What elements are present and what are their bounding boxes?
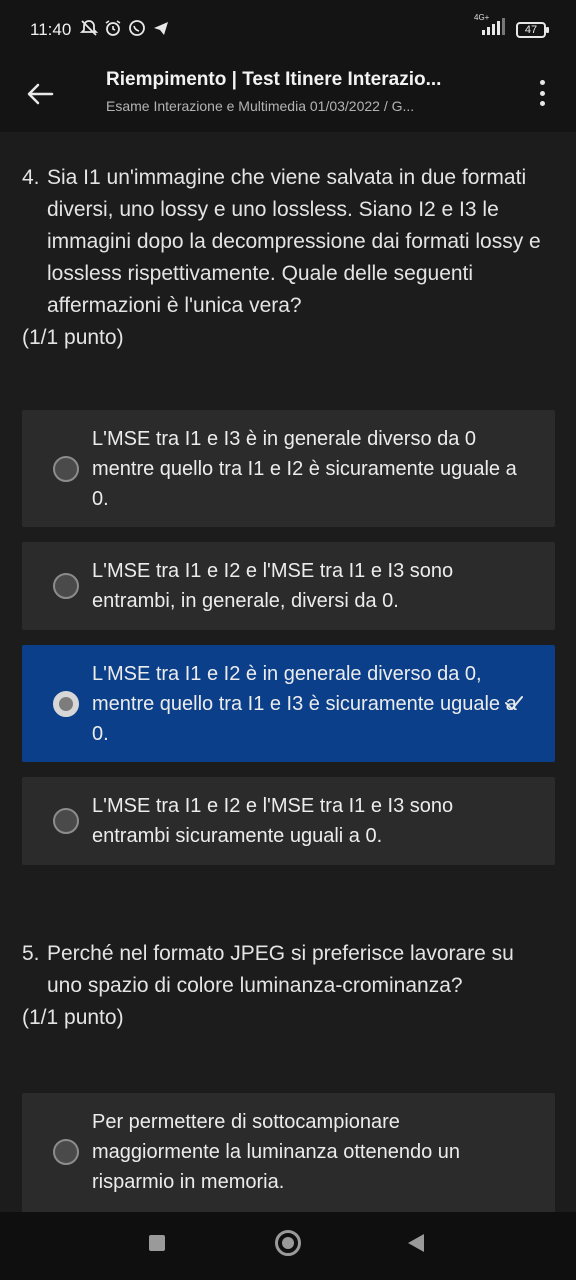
answer-option-selected[interactable]: L'MSE tra I1 e I2 è in generale diverso … <box>22 645 555 762</box>
radio-button-selected[interactable] <box>53 691 79 717</box>
telegram-icon <box>154 22 168 35</box>
answer-option-label: L'MSE tra I1 e I2 è in generale diverso … <box>92 663 517 745</box>
back-button[interactable] <box>22 74 62 114</box>
status-time: 11:40 <box>30 20 72 39</box>
square-icon[interactable] <box>149 1235 165 1251</box>
answer-option[interactable]: Per permettere di sottocampionare maggio… <box>22 1093 555 1212</box>
quiz-content: 4. Sia I1 un'immagine che viene salvata … <box>0 132 576 1212</box>
whatsapp-icon <box>129 20 145 36</box>
system-nav-bar <box>0 1212 576 1280</box>
status-notification-icons <box>80 19 170 37</box>
answer-option[interactable]: L'MSE tra I1 e I2 e l'MSE tra I1 e I3 so… <box>22 542 555 630</box>
status-system-icons: 4G+ 47 <box>474 13 549 41</box>
breadcrumb: Esame Interazione e Multimedia 01/03/202… <box>106 98 415 114</box>
network-label: 4G+ <box>474 13 490 22</box>
answer-option[interactable]: L'MSE tra I1 e I3 è in generale diverso … <box>22 410 555 527</box>
app-bar: Riempimento | Test Itinere Interazio... … <box>0 58 576 132</box>
arrow-left-icon <box>27 83 54 105</box>
battery-icon: 47 <box>516 21 549 38</box>
radio-button[interactable] <box>53 808 79 834</box>
radio-button[interactable] <box>53 573 79 599</box>
alarm-icon <box>105 20 121 36</box>
question-text: Perché nel formato JPEG si preferisce la… <box>22 938 542 1034</box>
answer-option-label: Per permettere di sottocampionare maggio… <box>92 1111 461 1193</box>
question-points: (1/1 punto) <box>22 1006 124 1029</box>
radio-button[interactable] <box>53 1139 79 1165</box>
signal-icon: 4G+ <box>474 13 508 41</box>
question-5: 5. Perché nel formato JPEG si preferisce… <box>22 938 542 1034</box>
status-bar: 11:40 4G+ 47 <box>0 0 576 58</box>
answer-option-label: L'MSE tra I1 e I2 e l'MSE tra I1 e I3 so… <box>92 795 454 847</box>
page-title: Riempimento | Test Itinere Interazio... <box>106 69 442 90</box>
radio-button[interactable] <box>53 456 79 482</box>
answer-option[interactable]: L'MSE tra I1 e I2 e l'MSE tra I1 e I3 so… <box>22 777 555 865</box>
triangle-back-icon[interactable] <box>408 1234 424 1252</box>
question-text: Sia I1 un'immagine che viene salvata in … <box>22 162 542 354</box>
question-text-body: Perché nel formato JPEG si preferisce la… <box>47 942 514 997</box>
question-points: (1/1 punto) <box>22 326 124 349</box>
question-text-body: Sia I1 un'immagine che viene salvata in … <box>47 166 541 317</box>
dnd-off-icon <box>80 20 98 36</box>
question-number: 5. <box>22 942 40 965</box>
question-number: 4. <box>22 166 40 189</box>
answer-option-label: L'MSE tra I1 e I2 e l'MSE tra I1 e I3 so… <box>92 560 454 612</box>
more-vertical-icon[interactable] <box>530 76 554 110</box>
check-icon <box>505 696 523 710</box>
answer-option-label: L'MSE tra I1 e I3 è in generale diverso … <box>92 428 517 510</box>
question-4: 4. Sia I1 un'immagine che viene salvata … <box>22 162 542 354</box>
circle-icon[interactable] <box>275 1230 301 1256</box>
